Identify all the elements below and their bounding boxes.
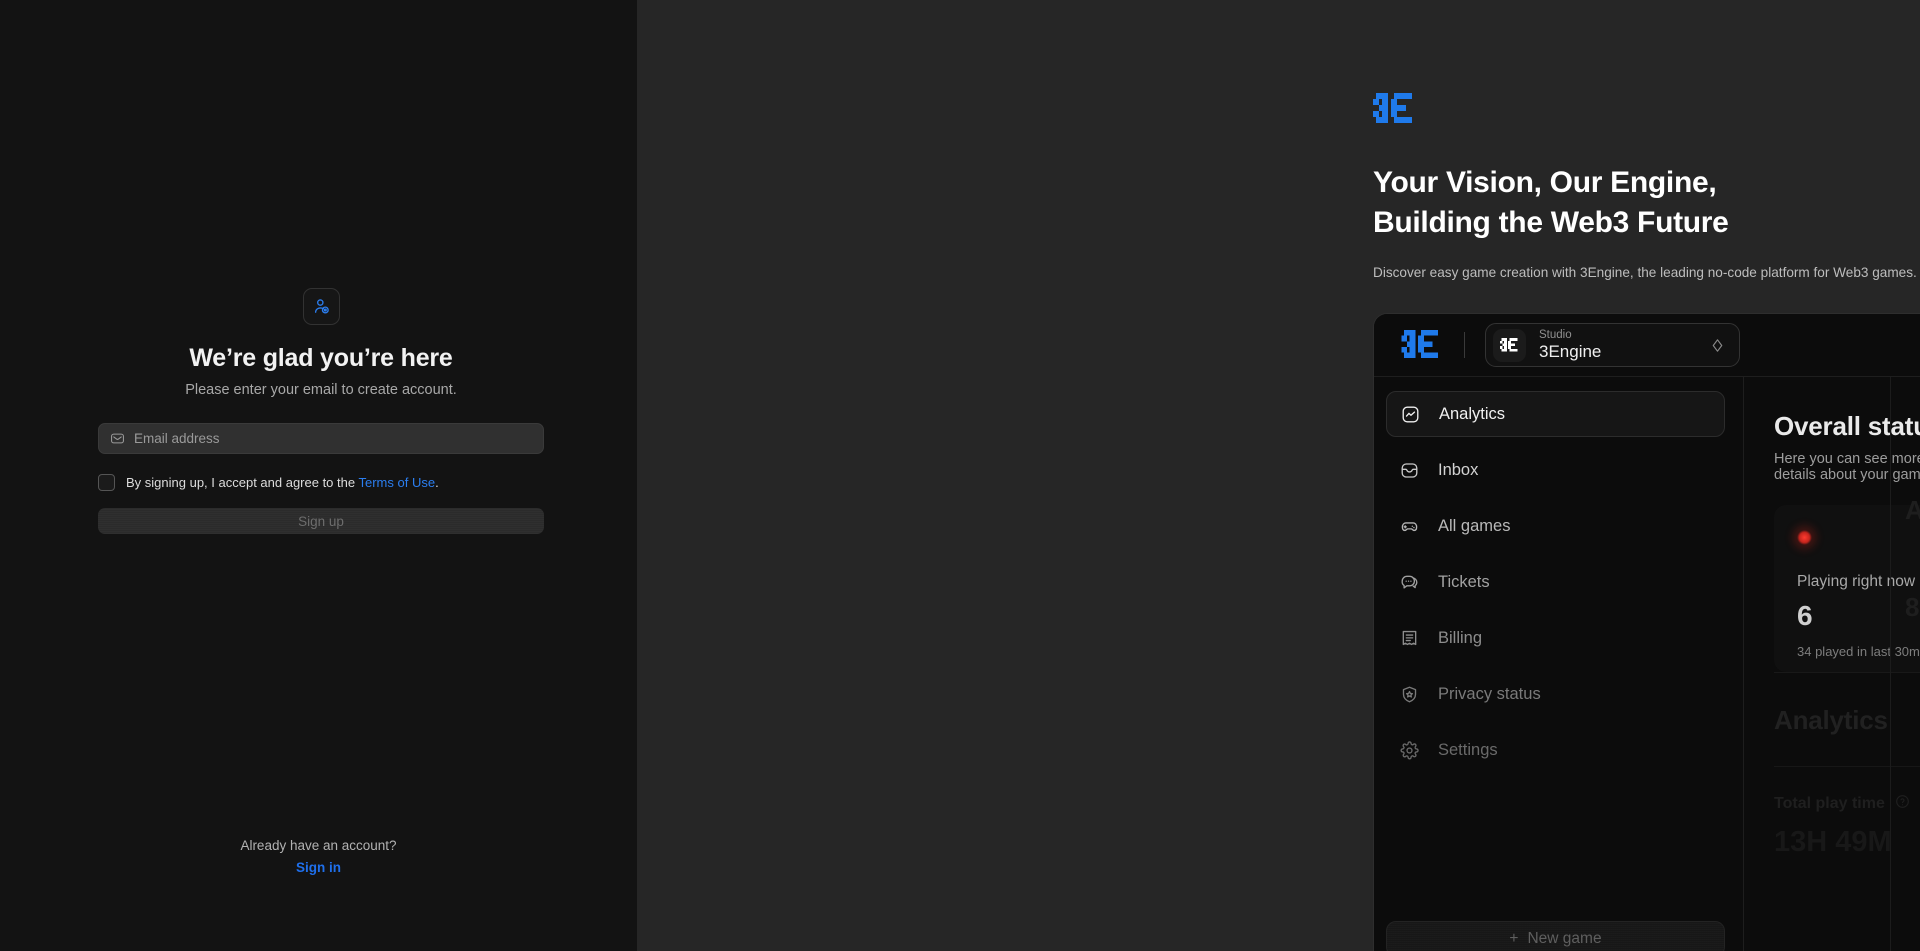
chat-bubbles-icon — [1400, 573, 1419, 592]
receipt-list-icon — [1400, 629, 1419, 648]
sidebar-item-label: Settings — [1438, 740, 1498, 759]
signup-button-label: Sign up — [298, 513, 344, 529]
terms-text: By signing up, I accept and agree to the… — [126, 475, 439, 490]
total-play-time-label: Total play time — [1774, 795, 1885, 812]
edge-letter-1: A — [1905, 495, 1920, 526]
terms-suffix: . — [435, 475, 439, 491]
studio-text: Studio 3Engine — [1539, 329, 1696, 362]
sidebar-item-billing[interactable]: Billing — [1386, 615, 1725, 661]
sign-in-link[interactable]: Sign in — [0, 860, 637, 875]
studio-name: 3Engine — [1539, 342, 1602, 362]
sidebar-item-inbox[interactable]: Inbox — [1386, 447, 1725, 493]
app-topbar: Studio 3Engine — [1374, 314, 1920, 377]
already-have-account-text: Already have an account? — [240, 838, 397, 853]
shield-star-icon — [1400, 685, 1419, 704]
auth-panel: We’re glad you’re here Please enter your… — [0, 0, 637, 951]
app-body: Analytics Inbox All games Tickets Billin… — [1374, 377, 1920, 951]
app-sidebar: Analytics Inbox All games Tickets Billin… — [1374, 377, 1744, 951]
signup-screen: We’re glad you’re here Please enter your… — [0, 0, 1920, 951]
headline-line-1: Your Vision, Our Engine, — [1373, 166, 1717, 199]
page-title: We’re glad you’re here — [189, 344, 453, 372]
sidebar-item-all-games[interactable]: All games — [1386, 503, 1725, 549]
plus-icon: + — [1509, 930, 1519, 947]
email-input[interactable] — [134, 431, 532, 447]
page-subtitle: Please enter your email to create accoun… — [185, 382, 457, 399]
studio-label: Studio — [1539, 328, 1572, 341]
app-main: Overall status Here you can see more det… — [1744, 377, 1920, 951]
auth-footer: Already have an account? Sign in — [0, 838, 637, 875]
stat-foot-number: 34 — [1797, 644, 1812, 659]
headline-line-2: Building the Web3 Future — [1373, 205, 1729, 239]
new-game-button[interactable]: + New game — [1386, 921, 1725, 951]
sidebar-item-settings[interactable]: Settings — [1386, 727, 1725, 773]
3engine-pixel-logo — [1401, 329, 1441, 361]
sidebar-item-analytics[interactable]: Analytics — [1386, 391, 1725, 437]
mail-icon — [111, 433, 124, 444]
sidebar-item-label: All games — [1438, 516, 1511, 535]
edge-column: A 8 — [1890, 377, 1920, 951]
terms-of-use-link[interactable]: Terms of Use — [358, 475, 435, 490]
inbox-icon — [1400, 461, 1419, 480]
terms-checkbox[interactable] — [98, 474, 115, 492]
sidebar-item-tickets[interactable]: Tickets — [1386, 559, 1725, 605]
sidebar-item-privacy-status[interactable]: Privacy status — [1386, 671, 1725, 717]
sidebar-item-label: Billing — [1438, 628, 1483, 647]
sidebar-item-label: Inbox — [1438, 460, 1479, 479]
3engine-pixel-logo — [1373, 0, 1920, 126]
studio-avatar — [1493, 328, 1526, 362]
app-preview: Studio 3Engine Analytics Inbox All games… — [1373, 313, 1920, 951]
marketing-panel: Your Vision, Our Engine, Building the We… — [637, 0, 1920, 951]
studio-selector[interactable]: Studio 3Engine — [1485, 323, 1740, 367]
sidebar-item-label: Tickets — [1438, 572, 1490, 591]
marketing-headline: Your Vision, Our Engine, Building the We… — [1373, 163, 1920, 243]
edge-letter-2: 8 — [1905, 592, 1920, 622]
terms-prefix: By signing up, I accept and agree to the — [126, 475, 359, 491]
analytics-chart-icon — [1401, 405, 1420, 424]
user-profile-icon — [302, 288, 340, 325]
chevron-updown-icon — [1712, 338, 1723, 352]
auth-form: We’re glad you’re here Please enter your… — [98, 288, 544, 535]
new-game-label: New game — [1527, 930, 1602, 947]
gear-icon — [1400, 740, 1419, 760]
topbar-divider — [1464, 332, 1465, 358]
email-field[interactable] — [98, 423, 544, 455]
sidebar-item-label: Privacy status — [1438, 684, 1541, 703]
sidebar-item-label: Analytics — [1439, 404, 1506, 423]
signup-button[interactable]: Sign up — [98, 508, 544, 535]
marketing-tagline: Discover easy game creation with 3Engine… — [1373, 264, 1917, 280]
gamepad-icon — [1400, 517, 1419, 536]
terms-row: By signing up, I accept and agree to the… — [98, 474, 544, 492]
